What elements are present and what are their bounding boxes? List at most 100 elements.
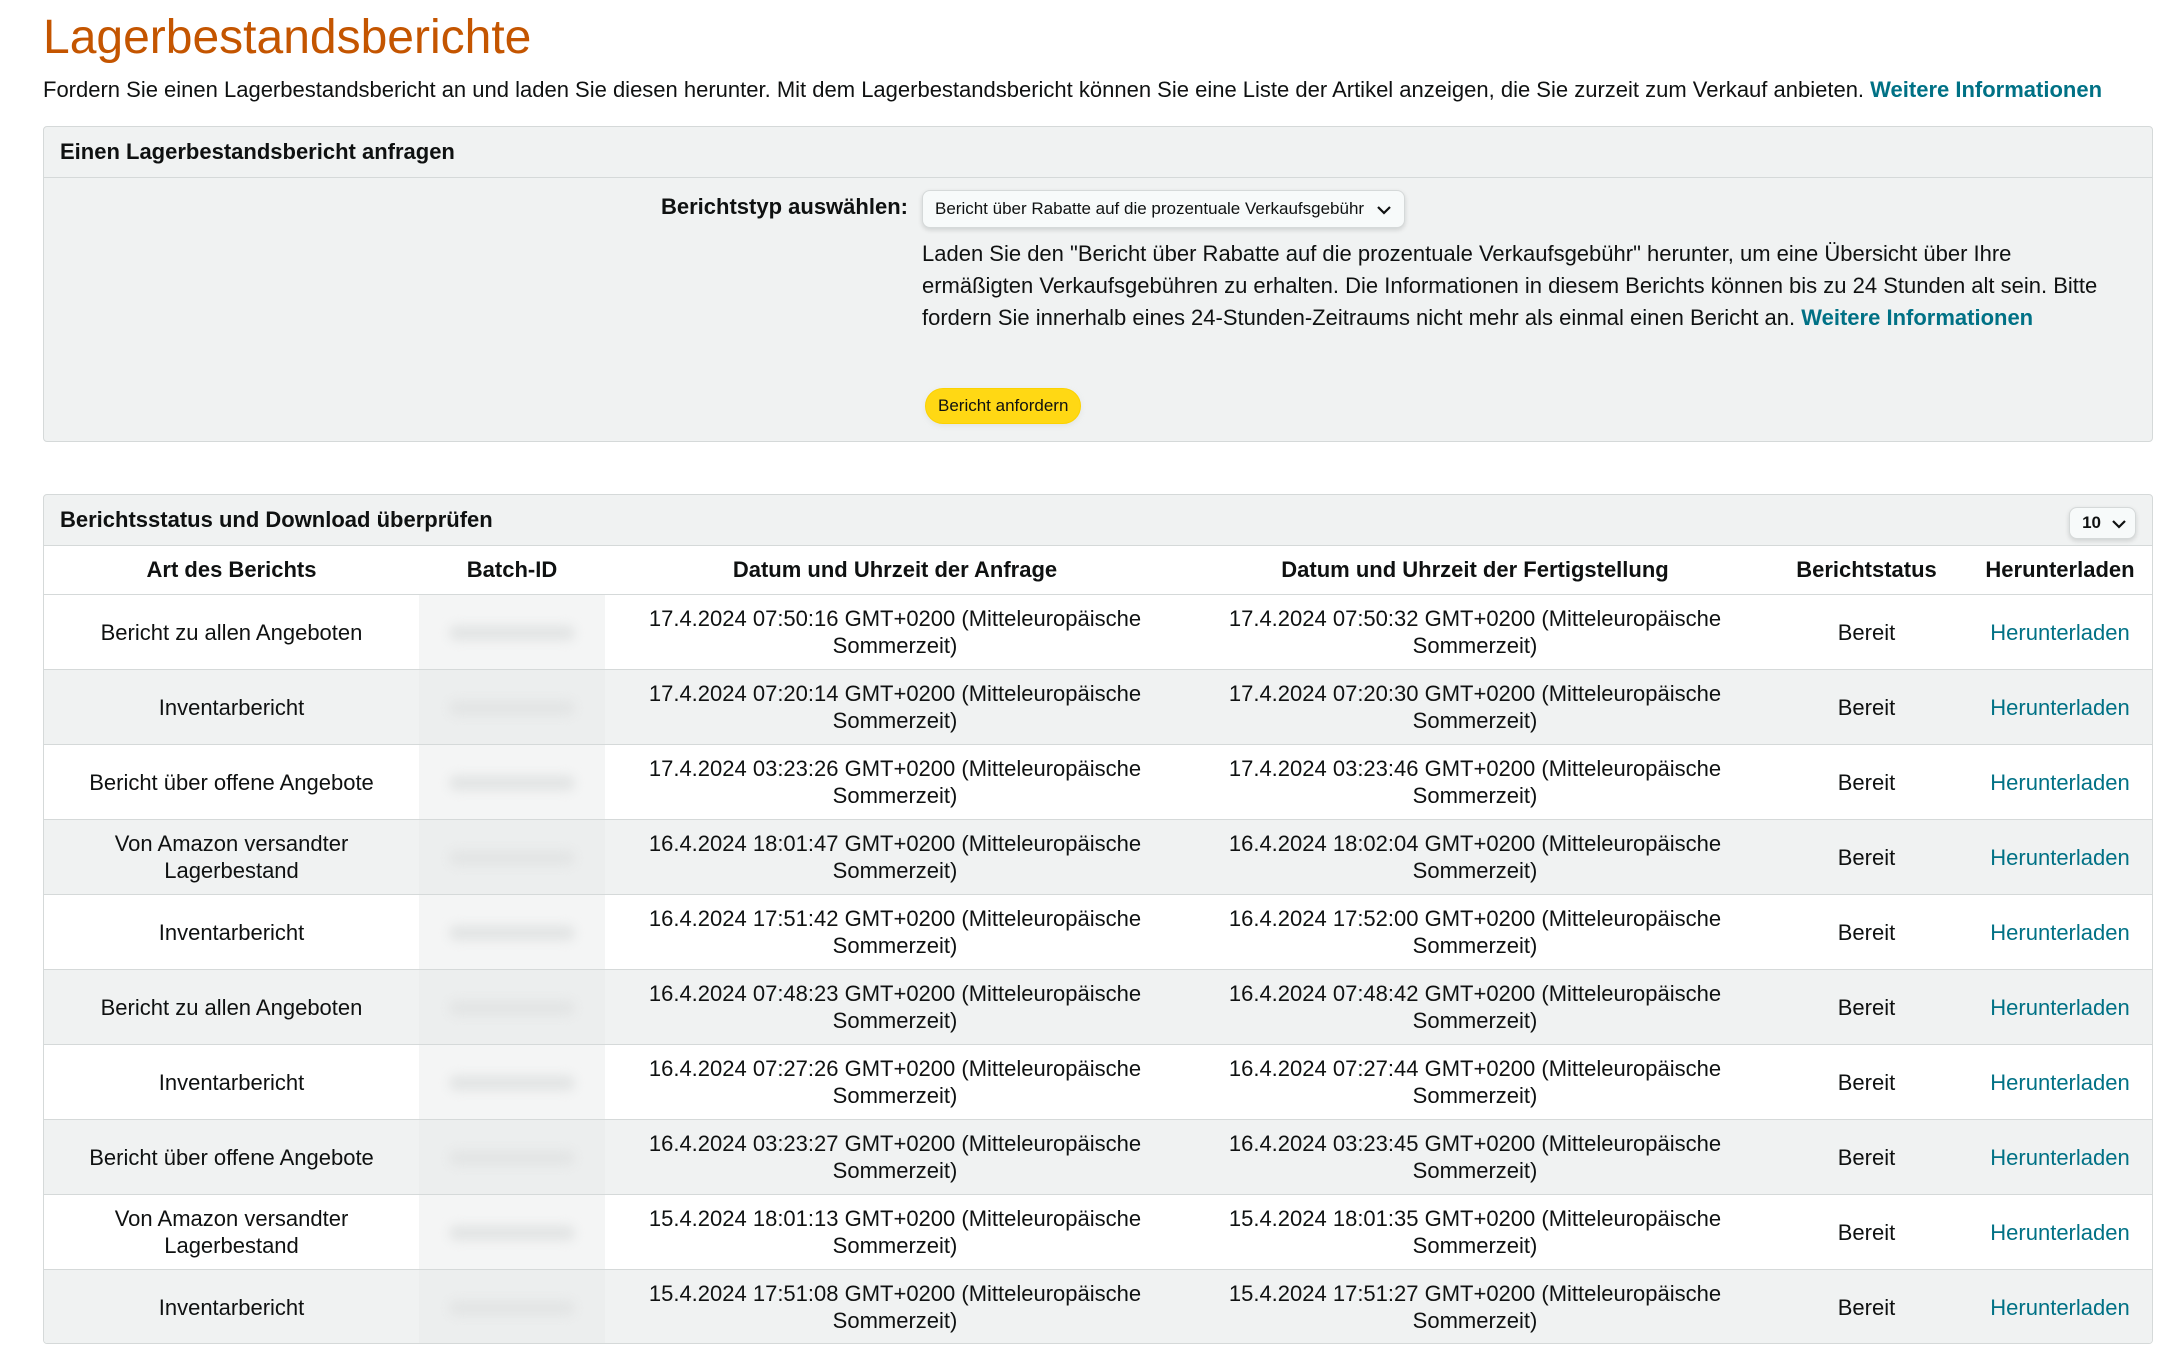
- redacted-batch-id: [419, 1195, 605, 1269]
- table-row: Bericht zu allen Angeboten 16.4.2024 07:…: [44, 969, 2152, 1045]
- table-row: Inventarbericht 15.4.2024 17:51:08 GMT+0…: [44, 1269, 2152, 1343]
- column-header-status: Berichtstatus: [1765, 546, 1968, 595]
- status-cell: Bereit: [1765, 594, 1968, 670]
- completion-date-cell: 17.4.2024 03:23:46 GMT+0200 (Mitteleurop…: [1185, 744, 1765, 820]
- download-link[interactable]: Herunterladen: [1990, 920, 2129, 945]
- column-header-batch-id: Batch-ID: [419, 546, 605, 595]
- batch-id-cell: [419, 1119, 605, 1195]
- status-cell: Bereit: [1765, 1194, 1968, 1270]
- request-date-cell: 17.4.2024 07:50:16 GMT+0200 (Mitteleurop…: [605, 594, 1185, 670]
- download-link[interactable]: Herunterladen: [1990, 995, 2129, 1020]
- column-header-request-date: Datum und Uhrzeit der Anfrage: [605, 546, 1185, 595]
- page: Lagerbestandsberichte Fordern Sie einen …: [0, 8, 2155, 1344]
- redacted-batch-id: [419, 970, 605, 1044]
- download-cell: Herunterladen: [1968, 819, 2152, 895]
- download-cell: Herunterladen: [1968, 669, 2152, 745]
- batch-id-cell: [419, 744, 605, 820]
- redacted-batch-id: [419, 745, 605, 819]
- request-date-cell: 16.4.2024 07:27:26 GMT+0200 (Mitteleurop…: [605, 1044, 1185, 1120]
- batch-id-cell: [419, 594, 605, 670]
- completion-date-cell: 16.4.2024 07:48:42 GMT+0200 (Mitteleurop…: [1185, 969, 1765, 1045]
- report-type-cell: Inventarbericht: [44, 1044, 419, 1120]
- request-date-cell: 15.4.2024 17:51:08 GMT+0200 (Mitteleurop…: [605, 1269, 1185, 1343]
- intro-more-info-link[interactable]: Weitere Informationen: [1870, 77, 2102, 102]
- download-link[interactable]: Herunterladen: [1990, 1070, 2129, 1095]
- batch-id-cell: [419, 1044, 605, 1120]
- completion-date-cell: 16.4.2024 18:02:04 GMT+0200 (Mitteleurop…: [1185, 819, 1765, 895]
- report-type-select-value: Bericht über Rabatte auf die prozentuale…: [935, 199, 1365, 218]
- request-date-cell: 17.4.2024 03:23:26 GMT+0200 (Mitteleurop…: [605, 744, 1185, 820]
- status-cell: Bereit: [1765, 894, 1968, 970]
- status-cell: Bereit: [1765, 1044, 1968, 1120]
- batch-id-cell: [419, 969, 605, 1045]
- completion-date-cell: 16.4.2024 07:27:44 GMT+0200 (Mitteleurop…: [1185, 1044, 1765, 1120]
- redacted-batch-id: [419, 670, 605, 744]
- report-type-cell: Bericht über offene Angebote: [44, 1119, 419, 1195]
- status-cell: Bereit: [1765, 969, 1968, 1045]
- batch-id-cell: [419, 1194, 605, 1270]
- completion-date-cell: 16.4.2024 03:23:45 GMT+0200 (Mitteleurop…: [1185, 1119, 1765, 1195]
- report-type-cell: Inventarbericht: [44, 894, 419, 970]
- table-row: Von Amazon versandter Lagerbestand 15.4.…: [44, 1194, 2152, 1270]
- column-header-completion-date: Datum und Uhrzeit der Fertigstellung: [1185, 546, 1765, 595]
- download-link[interactable]: Herunterladen: [1990, 770, 2129, 795]
- request-date-cell: 16.4.2024 07:48:23 GMT+0200 (Mitteleurop…: [605, 969, 1185, 1045]
- report-type-label: Berichtstyp auswählen:: [661, 194, 908, 219]
- redacted-batch-id: [419, 1045, 605, 1119]
- status-cell: Bereit: [1765, 669, 1968, 745]
- report-status-table: Art des Berichts Batch-ID Datum und Uhrz…: [44, 546, 2152, 1343]
- table-row: Inventarbericht 17.4.2024 07:20:14 GMT+0…: [44, 669, 2152, 745]
- intro-description: Fordern Sie einen Lagerbestandsbericht a…: [43, 77, 1865, 102]
- report-type-description: Laden Sie den "Bericht über Rabatte auf …: [922, 238, 2122, 334]
- request-date-cell: 17.4.2024 07:20:14 GMT+0200 (Mitteleurop…: [605, 669, 1185, 745]
- request-panel-body: Berichtstyp auswählen: Bericht über Raba…: [44, 178, 2152, 442]
- status-cell: Bereit: [1765, 1119, 1968, 1195]
- page-size-select[interactable]: 10: [2069, 507, 2136, 539]
- page-size-value: 10: [2082, 513, 2101, 532]
- request-date-cell: 16.4.2024 03:23:27 GMT+0200 (Mitteleurop…: [605, 1119, 1185, 1195]
- table-row: Von Amazon versandter Lagerbestand 16.4.…: [44, 819, 2152, 895]
- download-cell: Herunterladen: [1968, 1194, 2152, 1270]
- report-type-cell: Bericht zu allen Angeboten: [44, 969, 419, 1045]
- status-panel-title: Berichtsstatus und Download überprüfen: [60, 507, 493, 532]
- redacted-batch-id: [419, 1120, 605, 1194]
- completion-date-cell: 17.4.2024 07:20:30 GMT+0200 (Mitteleurop…: [1185, 669, 1765, 745]
- batch-id-cell: [419, 894, 605, 970]
- request-date-cell: 15.4.2024 18:01:13 GMT+0200 (Mitteleurop…: [605, 1194, 1185, 1270]
- download-cell: Herunterladen: [1968, 1269, 2152, 1343]
- redacted-batch-id: [419, 895, 605, 969]
- table-row: Inventarbericht 16.4.2024 17:51:42 GMT+0…: [44, 894, 2152, 970]
- report-type-cell: Von Amazon versandter Lagerbestand: [44, 819, 419, 895]
- request-date-cell: 16.4.2024 17:51:42 GMT+0200 (Mitteleurop…: [605, 894, 1185, 970]
- redacted-batch-id: [419, 595, 605, 669]
- download-link[interactable]: Herunterladen: [1990, 845, 2129, 870]
- download-link[interactable]: Herunterladen: [1990, 620, 2129, 645]
- status-cell: Bereit: [1765, 819, 1968, 895]
- batch-id-cell: [419, 819, 605, 895]
- download-link[interactable]: Herunterladen: [1990, 1145, 2129, 1170]
- table-row: Bericht zu allen Angeboten 17.4.2024 07:…: [44, 594, 2152, 670]
- request-report-button[interactable]: Bericht anfordern: [925, 388, 1082, 424]
- completion-date-cell: 16.4.2024 17:52:00 GMT+0200 (Mitteleurop…: [1185, 894, 1765, 970]
- request-panel-header: Einen Lagerbestandsbericht anfragen: [44, 127, 2152, 178]
- download-link[interactable]: Herunterladen: [1990, 1220, 2129, 1245]
- report-type-cell: Inventarbericht: [44, 669, 419, 745]
- batch-id-cell: [419, 1269, 605, 1343]
- column-header-download: Herunterladen: [1968, 546, 2152, 595]
- download-link[interactable]: Herunterladen: [1990, 1295, 2129, 1320]
- download-cell: Herunterladen: [1968, 1044, 2152, 1120]
- table-header-row: Art des Berichts Batch-ID Datum und Uhrz…: [44, 546, 2152, 595]
- download-cell: Herunterladen: [1968, 894, 2152, 970]
- download-cell: Herunterladen: [1968, 594, 2152, 670]
- request-date-cell: 16.4.2024 18:01:47 GMT+0200 (Mitteleurop…: [605, 819, 1185, 895]
- intro-text: Fordern Sie einen Lagerbestandsbericht a…: [43, 74, 2155, 106]
- download-cell: Herunterladen: [1968, 1119, 2152, 1195]
- table-row: Inventarbericht 16.4.2024 07:27:26 GMT+0…: [44, 1044, 2152, 1120]
- report-type-cell: Bericht über offene Angebote: [44, 744, 419, 820]
- table-row: Bericht über offene Angebote 17.4.2024 0…: [44, 744, 2152, 820]
- description-more-info-link[interactable]: Weitere Informationen: [1801, 305, 2033, 330]
- report-type-select[interactable]: Bericht über Rabatte auf die prozentuale…: [922, 190, 1406, 228]
- download-link[interactable]: Herunterladen: [1990, 695, 2129, 720]
- chevron-down-icon: [1374, 191, 1394, 227]
- page-title: Lagerbestandsberichte: [43, 11, 532, 64]
